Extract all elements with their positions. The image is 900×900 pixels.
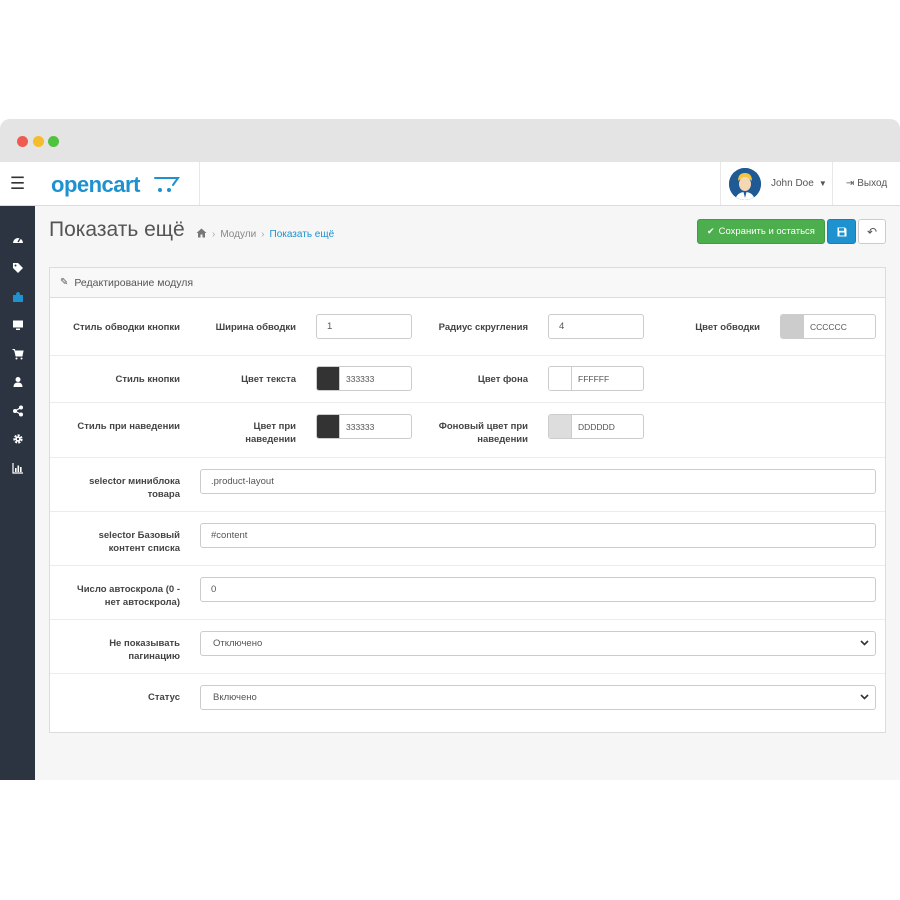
dashboard-icon[interactable] bbox=[0, 230, 35, 250]
form-row-product-selector: selector миниблока товара .product-layou… bbox=[50, 458, 885, 512]
breadcrumb-current[interactable]: Показать ещё bbox=[270, 229, 335, 240]
hamburger-icon[interactable]: ☰ bbox=[0, 162, 35, 205]
save-and-stay-button[interactable]: ✔ Сохранить и остаться bbox=[697, 219, 825, 244]
border-width-label: Ширина обводки bbox=[215, 322, 296, 333]
panel-heading: ✎ Редактирование модуля bbox=[50, 268, 885, 298]
breadcrumb-separator: › bbox=[212, 229, 216, 240]
hover-bg-label: Фоновый цвет при наведении bbox=[438, 421, 528, 445]
border-width-input[interactable]: 1 bbox=[316, 314, 412, 339]
user-menu[interactable]: John Doe ▼ bbox=[720, 162, 832, 205]
color-swatch[interactable] bbox=[781, 315, 804, 338]
content-selector-input[interactable]: #content bbox=[200, 523, 876, 548]
color-swatch[interactable] bbox=[317, 367, 340, 390]
maximize-window-button[interactable] bbox=[48, 136, 59, 147]
window-titlebar bbox=[0, 119, 900, 162]
text-color-value: 333333 bbox=[346, 373, 375, 384]
product-selector-input[interactable]: .product-layout bbox=[200, 469, 876, 494]
autoscroll-input[interactable]: 0 bbox=[200, 577, 876, 602]
form-row-hover-style: Стиль при наведении Цвет при наведении 3… bbox=[50, 403, 885, 458]
sidebar bbox=[0, 206, 35, 780]
logo[interactable]: opencart bbox=[35, 162, 200, 205]
hide-pagination-value: Отключено bbox=[213, 638, 263, 649]
reply-icon: ↶ bbox=[866, 224, 878, 239]
status-label: Статус bbox=[147, 692, 180, 703]
breadcrumb-separator: › bbox=[261, 229, 265, 240]
chevron-down-icon bbox=[860, 639, 869, 649]
cart-logo-icon bbox=[154, 177, 180, 192]
text-color-input[interactable]: 333333 bbox=[316, 366, 412, 391]
page-title: Показать ещё bbox=[49, 218, 185, 241]
edit-module-panel: ✎ Редактирование модуля Стиль обводки кн… bbox=[49, 267, 886, 733]
border-radius-label: Радиус скругления bbox=[438, 322, 528, 333]
button-style-label: Стиль кнопки bbox=[115, 374, 181, 385]
form-row-status: Статус Включено bbox=[50, 674, 885, 728]
top-header: ☰ opencart John Doe ▼ ⇥ Выход bbox=[0, 162, 900, 206]
save-and-stay-label: Сохранить и остаться bbox=[718, 226, 815, 237]
browser-window: ☰ opencart John Doe ▼ ⇥ Выход Показать е… bbox=[0, 119, 900, 780]
bar-chart-icon[interactable] bbox=[0, 458, 35, 478]
color-swatch[interactable] bbox=[317, 415, 340, 438]
color-swatch[interactable] bbox=[549, 415, 572, 438]
avatar bbox=[729, 167, 761, 200]
form-row-hide-pagination: Не показывать пагинацию Отключено bbox=[50, 620, 885, 674]
logo-text: opencart bbox=[51, 172, 140, 197]
share-icon[interactable] bbox=[0, 401, 35, 421]
floppy-icon bbox=[837, 227, 846, 236]
breadcrumb: › Модули › Показать ещё bbox=[196, 228, 334, 241]
product-selector-label: selector миниблока товара bbox=[89, 476, 180, 500]
puzzle-icon[interactable] bbox=[0, 287, 35, 307]
button-border-label: Стиль обводки кнопки bbox=[73, 322, 180, 333]
minimize-window-button[interactable] bbox=[33, 136, 44, 147]
gear-icon[interactable] bbox=[0, 429, 35, 449]
form-row-content-selector: selector Базовый контент списка #content bbox=[50, 512, 885, 566]
panel-heading-label: Редактирование модуля bbox=[74, 276, 194, 289]
logout-link[interactable]: ⇥ Выход bbox=[832, 162, 900, 205]
status-select[interactable]: Включено bbox=[200, 685, 876, 710]
caret-down-icon: ▼ bbox=[818, 179, 827, 188]
logout-label: Выход bbox=[857, 178, 888, 189]
tags-icon[interactable] bbox=[0, 258, 35, 278]
hover-bg-input[interactable]: DDDDDD bbox=[548, 414, 644, 439]
breadcrumb-modules[interactable]: Модули bbox=[220, 229, 256, 240]
save-button[interactable] bbox=[827, 219, 856, 244]
border-color-input[interactable]: CCCCCC bbox=[780, 314, 876, 339]
bg-color-label: Цвет фона bbox=[477, 374, 528, 385]
hover-color-input[interactable]: 333333 bbox=[316, 414, 412, 439]
close-window-button[interactable] bbox=[17, 136, 28, 147]
hide-pagination-label: Не показывать пагинацию bbox=[109, 638, 180, 662]
chevron-down-icon bbox=[860, 693, 869, 703]
hide-pagination-select[interactable]: Отключено bbox=[200, 631, 876, 656]
pencil-icon: ✎ bbox=[60, 277, 69, 288]
border-radius-input[interactable]: 4 bbox=[548, 314, 644, 339]
bg-color-input[interactable]: FFFFFF bbox=[548, 366, 644, 391]
home-icon[interactable] bbox=[196, 228, 207, 241]
sign-out-icon: ⇥ bbox=[845, 178, 855, 189]
hover-style-label: Стиль при наведении bbox=[77, 421, 180, 432]
hover-color-label: Цвет при наведении bbox=[245, 421, 296, 445]
form-row-autoscroll: Число автоскрола (0 - нет автоскрола) 0 bbox=[50, 566, 885, 620]
status-value: Включено bbox=[213, 692, 257, 703]
form-row-button-style: Стиль кнопки Цвет текста 333333 Цвет фон… bbox=[50, 356, 885, 403]
bg-color-value: FFFFFF bbox=[578, 373, 610, 384]
text-color-label: Цвет текста bbox=[241, 374, 296, 385]
color-swatch[interactable] bbox=[549, 367, 572, 390]
user-name: John Doe bbox=[771, 178, 814, 189]
form-row-button-border: Стиль обводки кнопки Ширина обводки 1 Ра… bbox=[50, 299, 885, 356]
main-content: Показать ещё › Модули › Показать ещё ✔ С… bbox=[35, 206, 900, 780]
desktop-icon[interactable] bbox=[0, 315, 35, 335]
cart-icon[interactable] bbox=[0, 344, 35, 364]
border-color-value: CCCCCC bbox=[810, 321, 847, 332]
autoscroll-label: Число автоскрола (0 - нет автоскрола) bbox=[77, 584, 180, 608]
border-color-label: Цвет обводки bbox=[695, 322, 760, 333]
back-button[interactable]: ↶ bbox=[858, 219, 886, 244]
user-icon[interactable] bbox=[0, 372, 35, 392]
content-selector-label: selector Базовый контент списка bbox=[98, 530, 180, 554]
hover-bg-value: DDDDDD bbox=[578, 421, 615, 432]
check-icon: ✔ bbox=[707, 226, 715, 236]
hover-color-value: 333333 bbox=[346, 421, 375, 432]
